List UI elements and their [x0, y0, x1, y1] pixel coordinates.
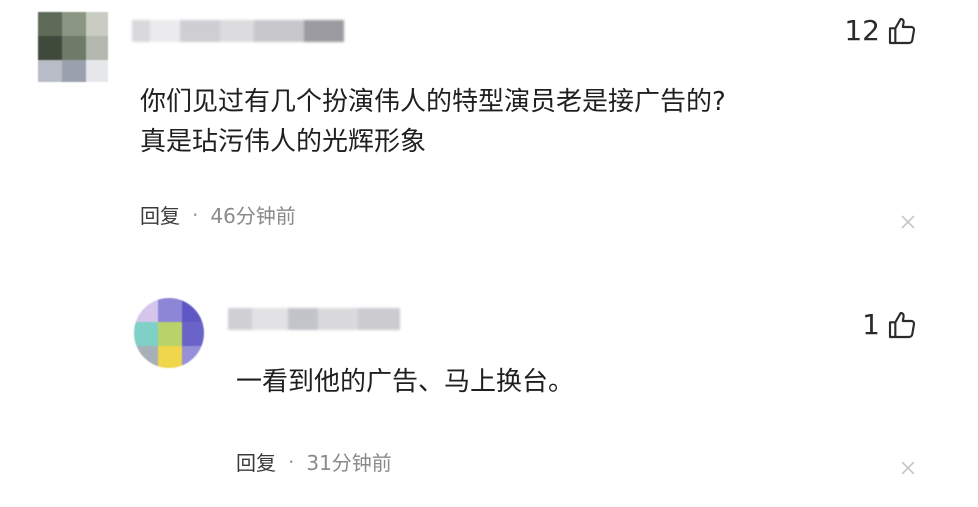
separator-dot: · — [288, 449, 295, 474]
thumbs-up-icon — [888, 17, 916, 44]
like-button[interactable]: 12 — [844, 14, 918, 47]
timestamp: 46分钟前 — [210, 204, 296, 228]
separator-dot: · — [192, 202, 199, 227]
comment-meta: 回复 · 46分钟前 — [140, 200, 296, 229]
username-blurred[interactable] — [228, 308, 400, 330]
timestamp: 31分钟前 — [306, 451, 392, 475]
thumbs-up-icon — [888, 311, 916, 338]
like-count: 12 — [844, 14, 880, 47]
close-icon[interactable] — [900, 460, 916, 476]
avatar[interactable] — [134, 298, 204, 368]
reply-button[interactable]: 回复 — [236, 447, 276, 476]
comment-meta: 回复 · 31分钟前 — [236, 447, 392, 476]
comment: 12 你们见过有几个扮演伟人的特型演员老是接广告的? 真是玷污伟人的光辉形象 回… — [0, 0, 978, 250]
reply-comment: 1 一看到他的广告、马上换台。 回复 · 31分钟前 — [0, 250, 978, 507]
comment-text: 一看到他的广告、马上换台。 — [236, 367, 575, 397]
close-icon[interactable] — [900, 214, 916, 230]
like-count: 1 — [862, 308, 880, 341]
comment-text: 你们见过有几个扮演伟人的特型演员老是接广告的? 真是玷污伟人的光辉形象 — [140, 87, 726, 157]
username-blurred[interactable] — [132, 20, 344, 42]
like-button[interactable]: 1 — [862, 308, 918, 341]
avatar[interactable] — [38, 12, 108, 82]
reply-button[interactable]: 回复 — [140, 200, 180, 229]
